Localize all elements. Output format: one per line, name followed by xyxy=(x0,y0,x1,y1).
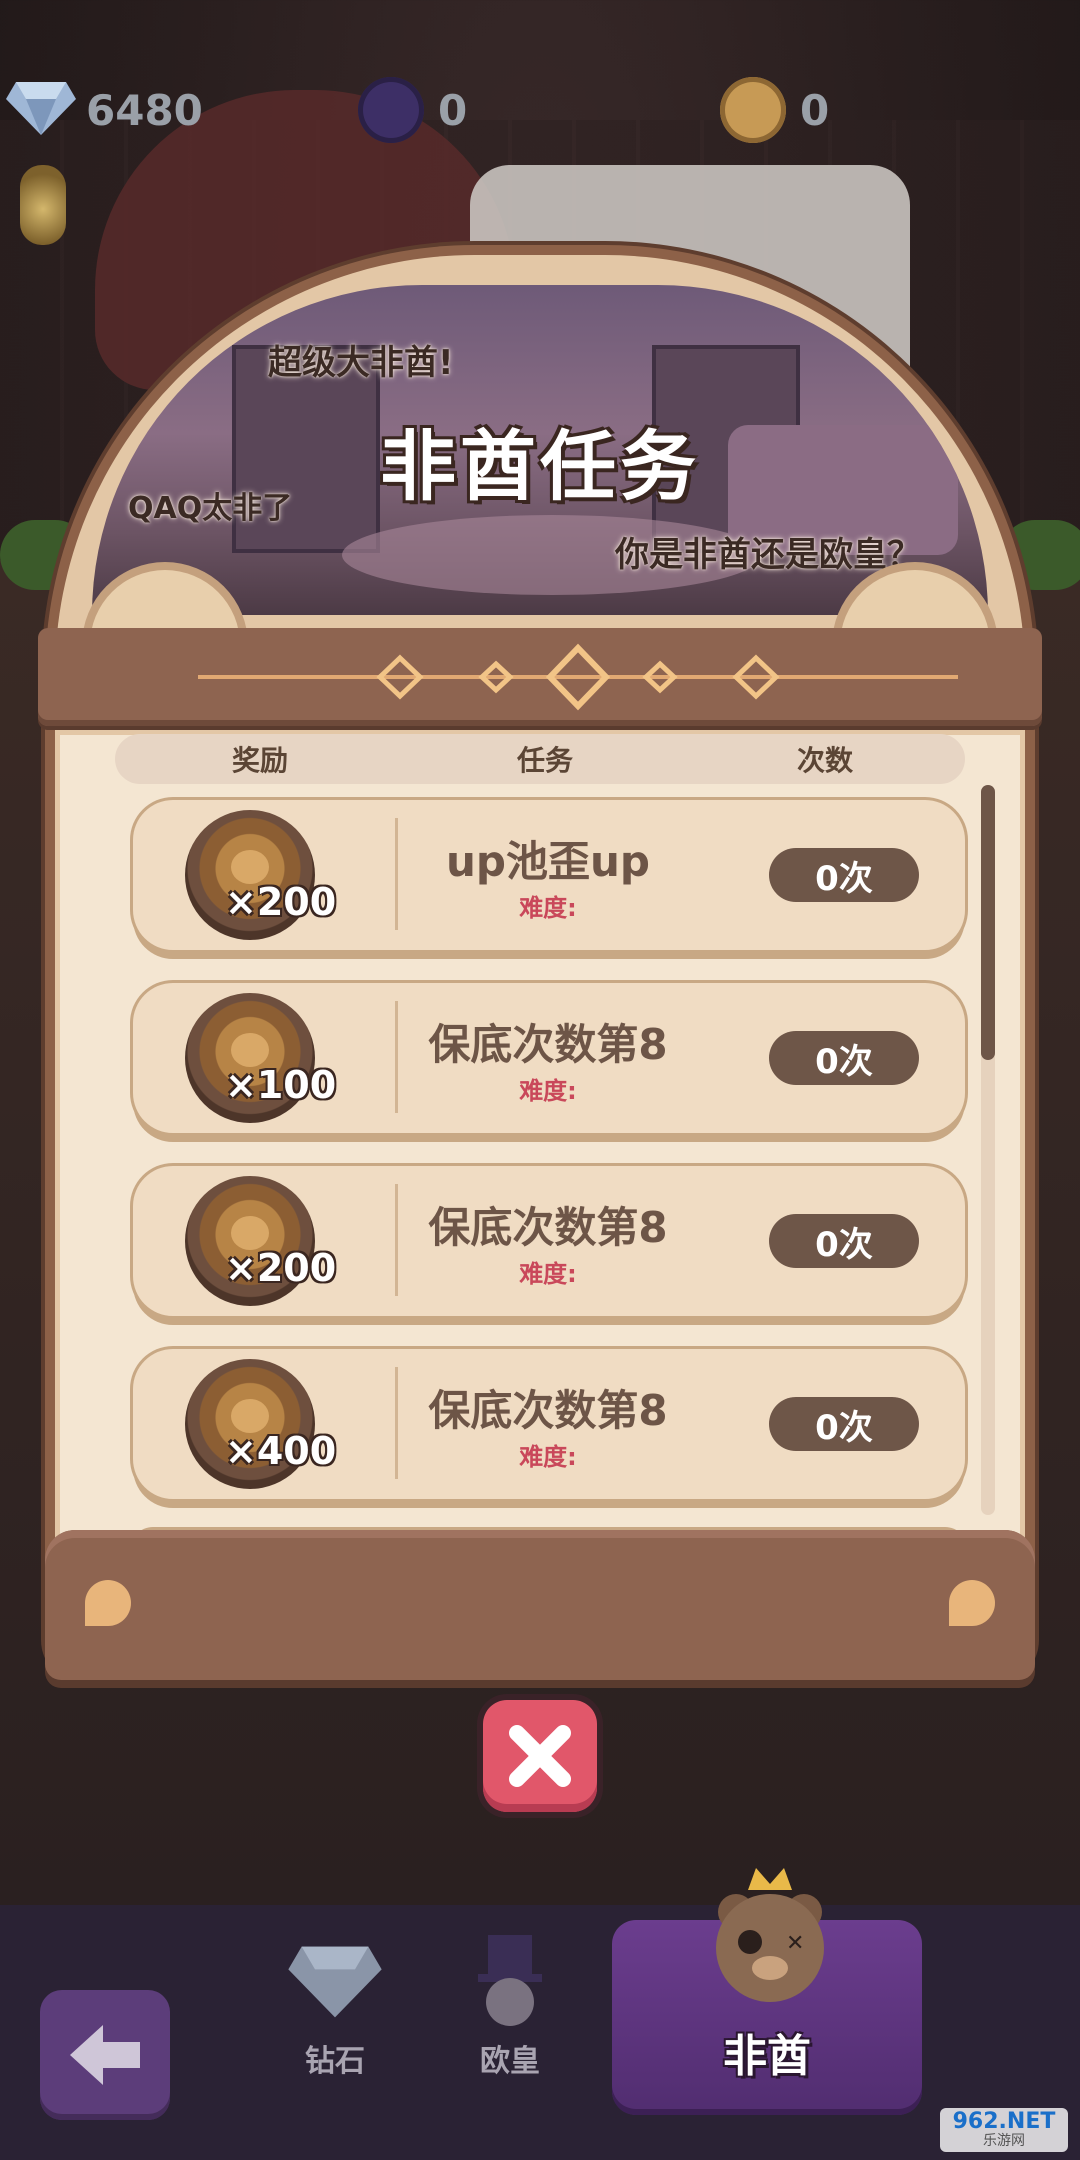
table-row[interactable]: ×200 up池歪up 难度: 0次 xyxy=(133,800,965,950)
reward-quantity: ×200 xyxy=(225,880,337,924)
watermark-line1: 962.NET xyxy=(952,2109,1056,2134)
bear-coin-icon: ×100 xyxy=(185,993,336,1123)
tab-label: 非酋 xyxy=(723,2031,811,2082)
diamond-counter: 6480 xyxy=(6,70,203,150)
bear-coin-icon: ×200 xyxy=(185,810,336,940)
back-button[interactable] xyxy=(40,1990,170,2120)
count-badge: 0次 xyxy=(769,1397,919,1451)
bear-coin-counter: 0 xyxy=(720,70,829,150)
count-badge: 0次 xyxy=(769,1031,919,1085)
watermark-line2: 乐游网 xyxy=(983,2133,1025,2149)
header-count: 次数 xyxy=(796,744,853,777)
crowned-bear-icon: ✕ xyxy=(716,1868,824,2002)
top-hat-bear-icon xyxy=(455,1930,565,2030)
diamond-value: 6480 xyxy=(86,85,203,135)
diamond-icon xyxy=(6,77,76,143)
count-badge: 0次 xyxy=(769,848,919,902)
task-name: 保底次数第8 xyxy=(428,1203,668,1252)
bear-coin-value: 0 xyxy=(800,85,830,135)
currency-bar: 6480 0 0 xyxy=(0,70,1080,150)
diamond-icon xyxy=(280,1930,390,2030)
task-difficulty: 难度: xyxy=(519,1443,577,1471)
bear-coin-icon xyxy=(720,77,786,143)
site-watermark: 962.NET 乐游网 xyxy=(940,2108,1068,2152)
close-icon xyxy=(509,1725,571,1787)
task-name: 保底次数第8 xyxy=(428,1020,668,1069)
back-arrow-icon xyxy=(70,2025,140,2085)
close-button[interactable] xyxy=(483,1700,597,1812)
panel-bottom-frame xyxy=(45,1530,1035,1680)
leaf-ornament-icon xyxy=(85,1580,131,1626)
tab-europe[interactable]: 欧皇 xyxy=(445,1930,575,2080)
table-row[interactable]: ×400 保底次数第8 难度: 0次 xyxy=(133,1349,965,1499)
europe-token-value: 0 xyxy=(438,85,468,135)
tab-label: 钻石 xyxy=(305,2044,365,2079)
lamp-icon xyxy=(20,165,66,245)
bear-coin-icon: ×200 xyxy=(185,1176,336,1306)
svg-text:✕: ✕ xyxy=(786,1931,804,1956)
task-difficulty: 难度: xyxy=(519,894,577,922)
top-hat-coin-icon xyxy=(358,77,424,143)
reward-quantity: ×400 xyxy=(225,1429,337,1473)
header-reward: 奖励 xyxy=(231,744,288,777)
scrollbar-thumb[interactable] xyxy=(981,785,995,1060)
reward-quantity: ×100 xyxy=(225,1063,337,1107)
tab-label: 欧皇 xyxy=(480,2044,540,2079)
banner-top-label: 超级大非酋! xyxy=(268,343,454,383)
tab-diamond[interactable]: 钻石 xyxy=(270,1930,400,2080)
europe-token-counter: 0 xyxy=(358,70,467,150)
task-name: up池歪up xyxy=(446,837,650,886)
decorative-ribbon xyxy=(38,628,1042,726)
banner-left-label: QAQ太非了 xyxy=(128,491,293,526)
table-row[interactable]: ×200 保底次数第8 难度: 0次 xyxy=(133,1166,965,1316)
header-task: 任务 xyxy=(516,744,573,777)
task-difficulty: 难度: xyxy=(519,1077,577,1105)
leaf-ornament-icon xyxy=(949,1580,995,1626)
table-row[interactable]: ×100 保底次数第8 难度: 0次 xyxy=(133,983,965,1133)
table-header: 奖励 任务 次数 xyxy=(115,734,965,784)
reward-quantity: ×200 xyxy=(225,1246,337,1290)
task-name: 保底次数第8 xyxy=(428,1386,668,1435)
task-difficulty: 难度: xyxy=(519,1260,577,1288)
banner-right-label: 你是非酋还是欧皇？ xyxy=(615,535,921,575)
bear-coin-icon: ×400 xyxy=(185,1359,336,1489)
count-badge: 0次 xyxy=(769,1214,919,1268)
